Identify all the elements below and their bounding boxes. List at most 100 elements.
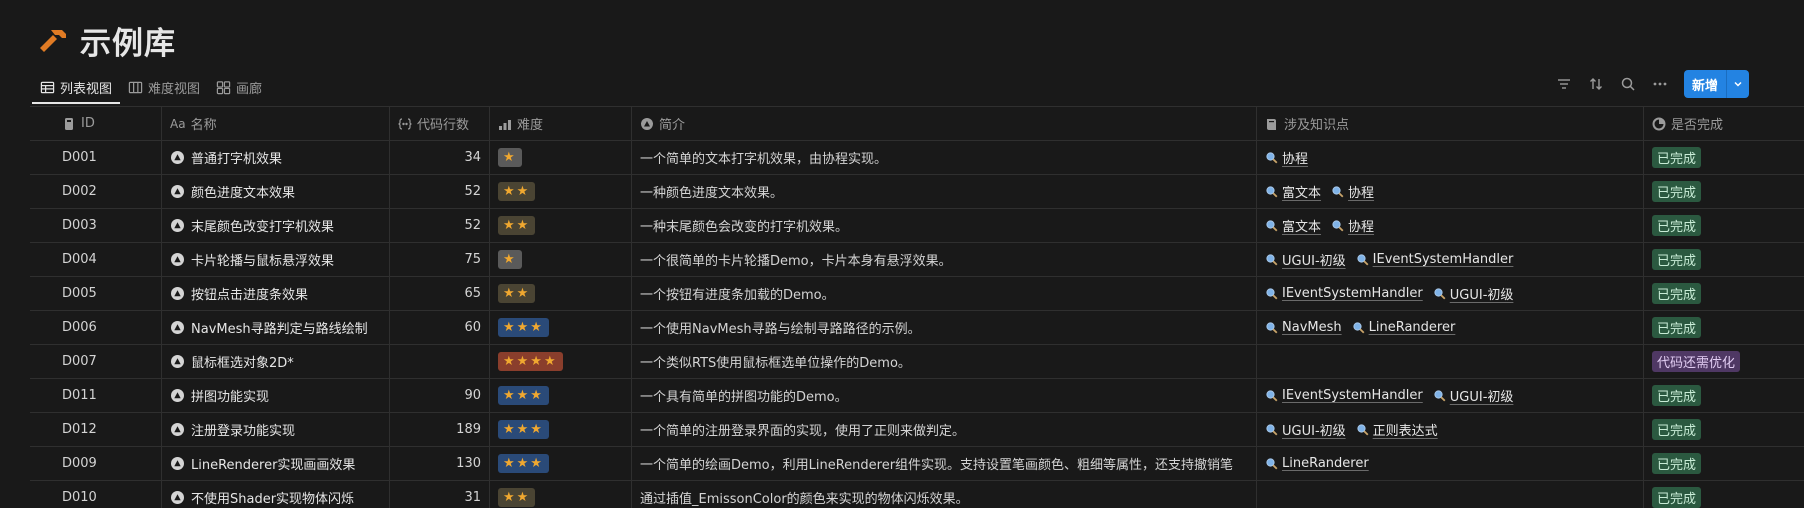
id-cell[interactable]: D006 (30, 311, 162, 344)
knowledge-tag[interactable]: IEventSystemHandler (1265, 286, 1423, 301)
id-cell[interactable]: D011 (30, 379, 162, 412)
done-cell[interactable]: 已完成 (1644, 413, 1804, 446)
name-cell[interactable]: NavMesh寻路判定与路线绘制 (162, 311, 390, 344)
knowledge-cell[interactable] (1257, 345, 1644, 378)
column-header-name[interactable]: Aa 名称 (162, 107, 390, 140)
difficulty-cell[interactable]: ★★★ (490, 311, 632, 344)
lines-cell[interactable]: 130 (390, 447, 490, 480)
tab-gallery[interactable]: 画廊 (208, 72, 270, 102)
difficulty-cell[interactable]: ★ (490, 141, 632, 174)
knowledge-cell[interactable]: UGUI-初级 IEventSystemHandler (1257, 243, 1644, 276)
lines-cell[interactable]: 75 (390, 243, 490, 276)
id-cell[interactable]: D010 (30, 481, 162, 508)
id-cell[interactable]: D005 (30, 277, 162, 310)
column-header-difficulty[interactable]: 难度 (490, 107, 632, 140)
knowledge-cell[interactable]: UGUI-初级 正则表达式 (1257, 413, 1644, 446)
name-cell[interactable]: 不使用Shader实现物体闪烁 (162, 481, 390, 508)
knowledge-tag[interactable]: 协程 (1331, 216, 1374, 235)
column-header-done[interactable]: 是否完成 (1644, 107, 1804, 140)
knowledge-cell[interactable]: 协程 (1257, 141, 1644, 174)
sort-icon[interactable] (1584, 72, 1608, 96)
column-header-desc[interactable]: 简介 (632, 107, 1257, 140)
done-cell[interactable]: 已完成 (1644, 481, 1804, 508)
knowledge-tag[interactable]: LineRanderer (1265, 456, 1369, 471)
knowledge-tag[interactable]: 富文本 (1265, 216, 1321, 235)
difficulty-cell[interactable]: ★★ (490, 209, 632, 242)
table-row[interactable]: D003 末尾颜色改变打字机效果 52 ★★ 一种末尾颜色会改变的打字机效果。 富文本 协程… (30, 209, 1804, 243)
desc-cell[interactable]: 一种末尾颜色会改变的打字机效果。 (632, 209, 1257, 242)
table-row[interactable]: D005 按钮点击进度条效果 65 ★★ 一个按钮有进度条加载的Demo。 IEventS… (30, 277, 1804, 311)
name-cell[interactable]: 拼图功能实现 (162, 379, 390, 412)
lines-cell[interactable]: 189 (390, 413, 490, 446)
desc-cell[interactable]: 一个类似RTS使用鼠标框选单位操作的Demo。 (632, 345, 1257, 378)
desc-cell[interactable]: 一个使用NavMesh寻路与绘制寻路路径的示例。 (632, 311, 1257, 344)
column-header-lines[interactable]: 代码行数 (390, 107, 490, 140)
difficulty-cell[interactable]: ★★ (490, 175, 632, 208)
tab-list-view[interactable]: 列表视图 (32, 72, 121, 104)
desc-cell[interactable]: 一种颜色进度文本效果。 (632, 175, 1257, 208)
table-row[interactable]: D012 注册登录功能实现 189 ★★★ 一个简单的注册登录界面的实现，使用了正则来做… (30, 413, 1804, 447)
table-row[interactable]: D004 卡片轮播与鼠标悬浮效果 75 ★ 一个很简单的卡片轮播Demo，卡片本身有悬浮… (30, 243, 1804, 277)
name-cell[interactable]: 普通打字机效果 (162, 141, 390, 174)
difficulty-cell[interactable]: ★★ (490, 277, 632, 310)
table-row[interactable]: D002 颜色进度文本效果 52 ★★ 一种颜色进度文本效果。 富文本 协程 已完成 (30, 175, 1804, 209)
desc-cell[interactable]: 一个按钮有进度条加载的Demo。 (632, 277, 1257, 310)
name-cell[interactable]: 注册登录功能实现 (162, 413, 390, 446)
table-row[interactable]: D010 不使用Shader实现物体闪烁 31 ★★ 通过插值_EmissonColor… (30, 481, 1804, 508)
table-row[interactable]: D007 鼠标框选对象2D* ★★★★ 一个类似RTS使用鼠标框选单位操作的Demo。… (30, 345, 1804, 379)
search-icon[interactable] (1616, 72, 1640, 96)
desc-cell[interactable]: 一个很简单的卡片轮播Demo，卡片本身有悬浮效果。 (632, 243, 1257, 276)
table-row[interactable]: D009 LineRenderer实现画画效果 130 ★★★ 一个简单的绘画Demo，… (30, 447, 1804, 481)
id-cell[interactable]: D012 (30, 413, 162, 446)
id-cell[interactable]: D007 (30, 345, 162, 378)
name-cell[interactable]: 卡片轮播与鼠标悬浮效果 (162, 243, 390, 276)
id-cell[interactable]: D004 (30, 243, 162, 276)
lines-cell[interactable]: 31 (390, 481, 490, 508)
done-cell[interactable]: 已完成 (1644, 311, 1804, 344)
difficulty-cell[interactable]: ★★ (490, 481, 632, 508)
desc-cell[interactable]: 通过插值_EmissonColor的颜色来实现的物体闪烁效果。 (632, 481, 1257, 508)
id-cell[interactable]: D001 (30, 141, 162, 174)
id-cell[interactable]: D003 (30, 209, 162, 242)
knowledge-tag[interactable]: NavMesh (1265, 320, 1342, 335)
id-cell[interactable]: D009 (30, 447, 162, 480)
knowledge-tag[interactable]: UGUI-初级 (1433, 386, 1513, 405)
tab-difficulty-view[interactable]: 难度视图 (120, 72, 208, 102)
knowledge-tag[interactable]: IEventSystemHandler (1265, 388, 1423, 403)
table-row[interactable]: D011 拼图功能实现 90 ★★★ 一个具有简单的拼图功能的Demo。 IEventSy… (30, 379, 1804, 413)
lines-cell[interactable]: 90 (390, 379, 490, 412)
done-cell[interactable]: 已完成 (1644, 175, 1804, 208)
desc-cell[interactable]: 一个简单的文本打字机效果，由协程实现。 (632, 141, 1257, 174)
name-cell[interactable]: 末尾颜色改变打字机效果 (162, 209, 390, 242)
lines-cell[interactable]: 60 (390, 311, 490, 344)
lines-cell[interactable]: 65 (390, 277, 490, 310)
done-cell[interactable]: 已完成 (1644, 277, 1804, 310)
name-cell[interactable]: LineRenderer实现画画效果 (162, 447, 390, 480)
difficulty-cell[interactable]: ★★★★ (490, 345, 632, 378)
desc-cell[interactable]: 一个简单的注册登录界面的实现，使用了正则来做判定。 (632, 413, 1257, 446)
chevron-down-icon[interactable] (1726, 70, 1749, 98)
column-header-id[interactable]: ID (30, 107, 162, 140)
knowledge-tag[interactable]: UGUI-初级 (1433, 284, 1513, 303)
knowledge-tag[interactable]: IEventSystemHandler (1356, 252, 1513, 267)
done-cell[interactable]: 已完成 (1644, 209, 1804, 242)
difficulty-cell[interactable]: ★★★ (490, 413, 632, 446)
knowledge-cell[interactable]: 富文本 协程 (1257, 175, 1644, 208)
done-cell[interactable]: 已完成 (1644, 141, 1804, 174)
knowledge-cell[interactable]: IEventSystemHandler UGUI-初级 (1257, 277, 1644, 310)
difficulty-cell[interactable]: ★★★ (490, 447, 632, 480)
lines-cell[interactable] (390, 345, 490, 378)
filter-icon[interactable] (1552, 72, 1576, 96)
knowledge-cell[interactable]: NavMesh LineRanderer (1257, 311, 1644, 344)
knowledge-cell[interactable]: IEventSystemHandler UGUI-初级 (1257, 379, 1644, 412)
knowledge-tag[interactable]: 富文本 (1265, 182, 1321, 201)
difficulty-cell[interactable]: ★ (490, 243, 632, 276)
desc-cell[interactable]: 一个具有简单的拼图功能的Demo。 (632, 379, 1257, 412)
knowledge-tag[interactable]: 协程 (1331, 182, 1374, 201)
done-cell[interactable]: 已完成 (1644, 379, 1804, 412)
done-cell[interactable]: 代码还需优化 (1644, 345, 1804, 378)
knowledge-tag[interactable]: LineRanderer (1352, 320, 1455, 335)
knowledge-tag[interactable]: UGUI-初级 (1265, 420, 1346, 439)
more-icon[interactable] (1648, 72, 1672, 96)
name-cell[interactable]: 按钮点击进度条效果 (162, 277, 390, 310)
